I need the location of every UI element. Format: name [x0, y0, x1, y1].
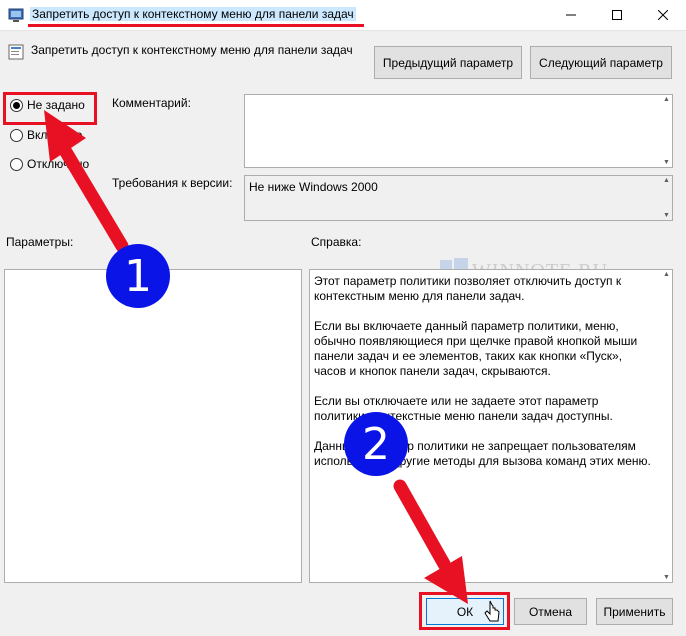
annotation-arrows: [44, 110, 468, 604]
step-2-badge: 2: [344, 412, 408, 476]
arrow-to-ok: [393, 479, 468, 604]
arrow-to-radio: [44, 110, 129, 253]
step-1-badge: 1: [106, 244, 170, 308]
